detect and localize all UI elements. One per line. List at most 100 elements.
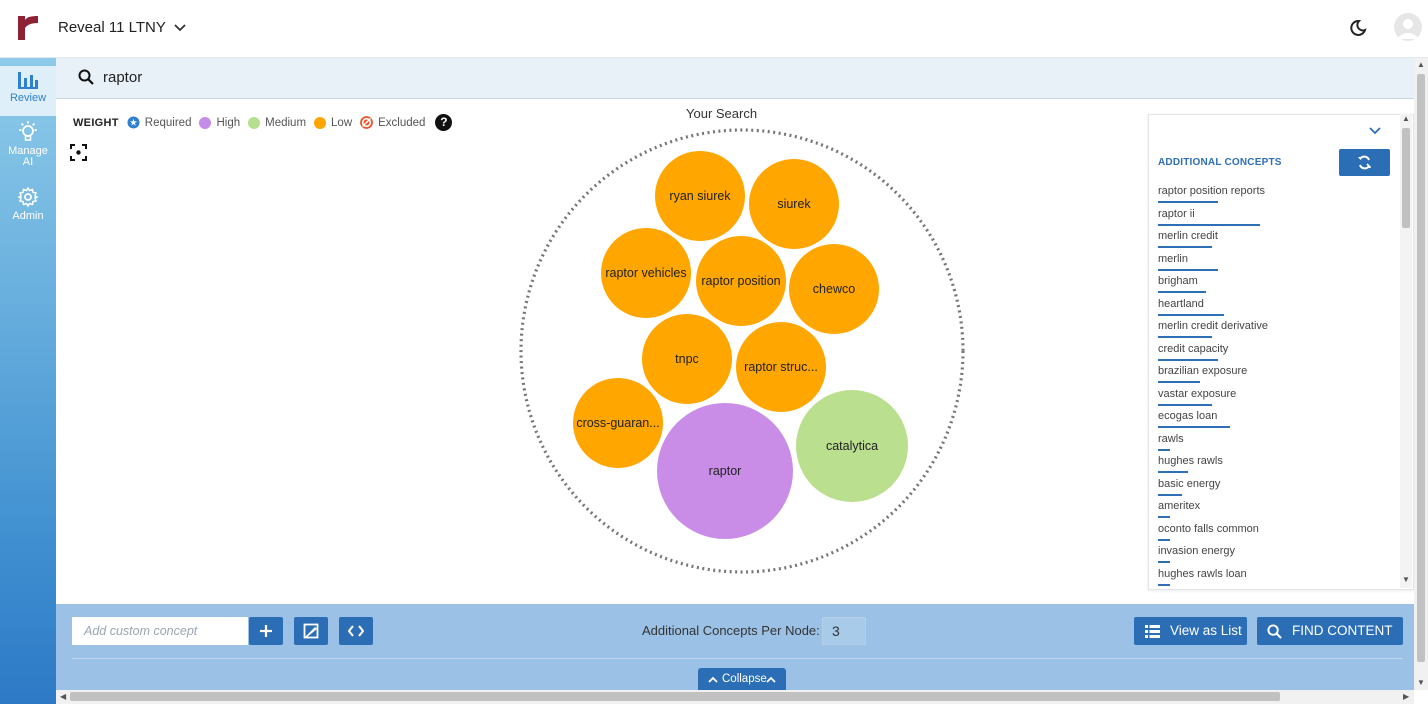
concept-relevance-bar: [1158, 471, 1188, 473]
concept-item[interactable]: brigham: [1158, 273, 1394, 296]
concept-item[interactable]: hughes rawls: [1158, 453, 1394, 476]
concepts-header: ADDITIONAL CONCEPTS: [1158, 157, 1282, 168]
legend-item-low: Low: [314, 116, 352, 129]
plus-icon: [260, 625, 272, 637]
chevron-down-icon[interactable]: [1369, 127, 1381, 135]
dark-mode-icon[interactable]: [1348, 18, 1368, 38]
concept-bubble-label: chewco: [813, 282, 855, 296]
concept-relevance-bar: [1158, 223, 1260, 226]
code-icon: [348, 625, 364, 637]
nav-review[interactable]: Review: [0, 66, 56, 116]
page-scroll-down-icon[interactable]: ▼: [1417, 678, 1425, 687]
concept-item[interactable]: merlin credit derivative: [1158, 318, 1394, 341]
collapse-label: Collapse: [722, 673, 767, 685]
page-scroll-left-icon[interactable]: ◀: [60, 692, 66, 701]
code-view-button[interactable]: [339, 617, 373, 645]
lightbulb-icon: [19, 121, 37, 141]
concept-item[interactable]: ecogas loan: [1158, 408, 1394, 431]
scroll-down-icon[interactable]: ▼: [1402, 575, 1410, 584]
concept-item-label: raptor ii: [1158, 207, 1195, 220]
fit-to-screen-icon[interactable]: [70, 144, 87, 161]
concept-item-label: credit capacity: [1158, 342, 1229, 355]
concept-item[interactable]: oconto falls common: [1158, 521, 1394, 544]
workspace-name: Reveal 11 LTNY: [58, 19, 166, 36]
left-nav: Review Manage AI Admin: [0, 58, 56, 704]
refresh-concepts-button[interactable]: [1339, 149, 1390, 176]
concept-item-label: vastar exposure: [1158, 387, 1237, 400]
concept-relevance-bar: [1158, 358, 1218, 361]
vertical-scrollbar-thumb[interactable]: [1417, 74, 1425, 662]
concept-relevance-bar: [1158, 561, 1170, 563]
refresh-icon: [1358, 155, 1372, 170]
concepts-per-node-input[interactable]: 3: [822, 617, 866, 645]
concept-item-label: oconto falls common: [1158, 522, 1259, 535]
page-scroll-right-icon[interactable]: ▶: [1403, 692, 1409, 701]
nav-manage-ai[interactable]: Manage AI: [0, 120, 56, 168]
concept-bubble-label: raptor position: [701, 274, 780, 288]
top-bar: Reveal 11 LTNY: [0, 0, 1428, 58]
concept-relevance-bar: [1158, 538, 1170, 541]
concept-item[interactable]: basic energy: [1158, 476, 1394, 499]
horizontal-scrollbar-thumb[interactable]: [70, 692, 1280, 701]
find-content-label: FIND CONTENT: [1292, 623, 1393, 638]
search-input[interactable]: raptor: [103, 69, 142, 86]
low-dot: [314, 116, 327, 129]
concept-item[interactable]: invasion energy: [1158, 543, 1394, 566]
concept-item[interactable]: ameritex: [1158, 498, 1394, 521]
custom-concept-input[interactable]: Add custom concept: [72, 617, 248, 645]
concept-item[interactable]: merlin: [1158, 251, 1394, 274]
concept-relevance-bar: [1158, 493, 1182, 496]
concept-item[interactable]: heartland: [1158, 296, 1394, 319]
concept-item-label: brigham: [1158, 275, 1198, 287]
concept-item[interactable]: brazilian exposure: [1158, 363, 1394, 386]
concept-item-label: ecogas loan: [1158, 410, 1218, 422]
concept-relevance-bar: [1158, 516, 1170, 518]
concept-item[interactable]: raptor position reports: [1158, 183, 1394, 206]
high-dot: [199, 116, 212, 129]
help-icon[interactable]: ?: [435, 114, 453, 131]
legend-item-required: Required: [127, 116, 191, 129]
image-edit-button[interactable]: [294, 617, 328, 645]
concept-relevance-bar: [1158, 583, 1170, 586]
nav-manage-ai-label: Manage AI: [8, 145, 48, 168]
concept-item[interactable]: rawls: [1158, 431, 1394, 454]
concept-item[interactable]: raptor ii: [1158, 206, 1394, 229]
find-content-button[interactable]: FIND CONTENT: [1257, 617, 1403, 645]
reveal-logo[interactable]: [18, 16, 38, 40]
avatar[interactable]: [1394, 13, 1422, 41]
nav-review-label: Review: [9, 92, 47, 104]
legend-item-excluded: Excluded: [360, 116, 425, 129]
view-as-list-label: View as List: [1170, 623, 1242, 638]
user-icon: [1398, 19, 1418, 39]
concept-relevance-bar: [1158, 336, 1212, 338]
concept-relevance-bar: [1158, 246, 1212, 248]
workspace-selector[interactable]: Reveal 11 LTNY: [58, 19, 186, 36]
nav-admin[interactable]: Admin: [0, 186, 56, 222]
concept-item-label: rawls: [1158, 432, 1184, 445]
legend-item-medium: Medium: [248, 116, 306, 129]
bar-chart-icon: [18, 72, 38, 89]
search-icon: [1267, 624, 1282, 639]
concept-bubble-label: raptor: [709, 464, 742, 478]
bottom-divider: [72, 658, 1403, 659]
concept-item[interactable]: credit capacity: [1158, 341, 1394, 364]
concept-item[interactable]: vastar exposure: [1158, 386, 1394, 409]
search-bar[interactable]: raptor: [56, 58, 1414, 99]
scroll-up-icon[interactable]: ▲: [1402, 114, 1410, 123]
chevron-up-icon: [766, 676, 776, 683]
concept-item[interactable]: merlin credit: [1158, 228, 1394, 251]
view-as-list-button[interactable]: View as List: [1134, 617, 1247, 645]
concept-relevance-bar: [1158, 426, 1230, 428]
add-concept-button[interactable]: [249, 617, 283, 645]
concept-bubble-label: cross-guaran...: [576, 416, 659, 430]
concept-item-label: hughes rawls loan: [1158, 567, 1247, 580]
concept-item[interactable]: hughes rawls loan: [1158, 566, 1394, 589]
page-scroll-up-icon[interactable]: ▲: [1417, 60, 1425, 69]
collapse-button[interactable]: Collapse: [698, 668, 786, 690]
additional-concepts-panel: ADDITIONAL CONCEPTS raptor position repo…: [1148, 114, 1414, 590]
concept-item-label: merlin credit derivative: [1158, 320, 1269, 332]
concepts-scrollbar-thumb[interactable]: [1402, 128, 1410, 228]
concept-item-label: invasion energy: [1158, 545, 1236, 557]
list-icon: [1145, 625, 1160, 638]
concept-relevance-bar: [1158, 313, 1224, 316]
